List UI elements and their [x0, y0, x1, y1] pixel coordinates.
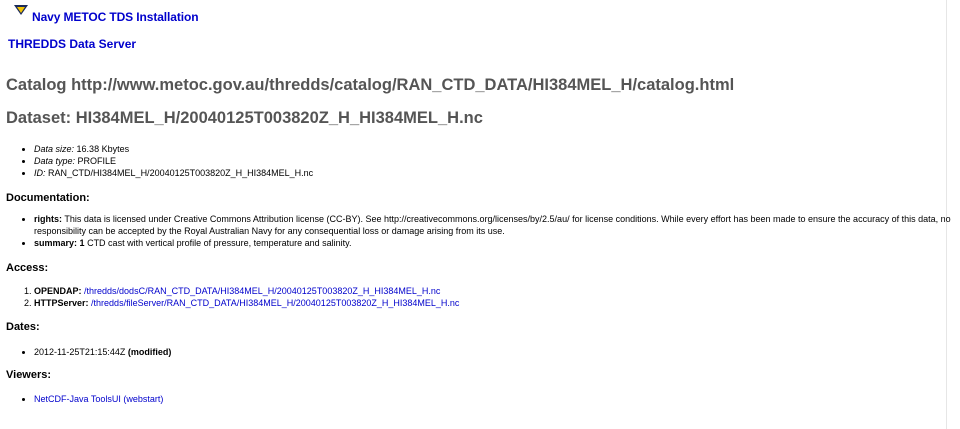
access-service: HTTPServer: [34, 298, 89, 308]
doc-value: This data is licensed under Creative Com… [34, 214, 951, 236]
documentation-heading: Documentation: [6, 192, 90, 204]
property-value: PROFILE [77, 156, 117, 166]
property-item: Data size: 16.38 Kbytes [34, 143, 313, 155]
doc-key: rights: [34, 214, 62, 224]
property-key: Data size: [34, 144, 75, 154]
documentation-item: summary: 1 CTD cast with vertical profil… [34, 237, 952, 249]
property-key: ID: [34, 168, 46, 178]
viewers-heading: Viewers: [6, 369, 52, 381]
access-heading: Access: [6, 262, 49, 274]
doc-value: CTD cast with vertical profile of pressu… [84, 238, 352, 248]
catalog-title: Catalog http://www.metoc.gov.au/thredds/… [6, 76, 735, 94]
opendap-link[interactable]: /thredds/dodsC/RAN_CTD_DATA/HI384MEL_H/2… [84, 286, 440, 296]
dataset-properties: Data size: 16.38 Kbytes Data type: PROFI… [22, 143, 313, 179]
doc-key: summary: [34, 238, 78, 248]
date-value: 2012-11-25T21:15:44Z [34, 347, 126, 357]
host-link[interactable]: Navy METOC TDS Installation [32, 10, 199, 24]
dataset-title: Dataset: HI384MEL_H/20040125T003820Z_H_H… [6, 109, 483, 127]
triangle-logo-icon[interactable] [14, 5, 28, 17]
viewers-list: NetCDF-Java ToolsUI (webstart) [22, 393, 163, 405]
header: Navy METOC TDS Installation [14, 4, 414, 24]
dates-list: 2012-11-25T21:15:44Z (modified) [22, 346, 171, 358]
property-key: Data type: [34, 156, 76, 166]
access-item: OPENDAP: /thredds/dodsC/RAN_CTD_DATA/HI3… [34, 285, 459, 297]
date-item: 2012-11-25T21:15:44Z (modified) [34, 346, 171, 358]
documentation-list: rights: This data is licensed under Crea… [22, 213, 952, 249]
access-list: OPENDAP: /thredds/dodsC/RAN_CTD_DATA/HI3… [22, 285, 459, 309]
server-link[interactable]: THREDDS Data Server [8, 37, 136, 51]
page: Navy METOC TDS Installation THREDDS Data… [0, 0, 960, 429]
dates-heading: Dates: [6, 321, 40, 333]
viewer-item: NetCDF-Java ToolsUI (webstart) [34, 393, 163, 405]
netcdf-toolsui-link[interactable]: NetCDF-Java ToolsUI (webstart) [34, 394, 163, 404]
property-value: 16.38 Kbytes [76, 144, 130, 154]
date-type: (modified) [127, 347, 172, 357]
access-service: OPENDAP: [34, 286, 82, 296]
property-item: Data type: PROFILE [34, 155, 313, 167]
logo-row: Navy METOC TDS Installation [14, 4, 414, 24]
access-item: HTTPServer: /thredds/fileServer/RAN_CTD_… [34, 297, 459, 309]
property-value: RAN_CTD/HI384MEL_H/20040125T003820Z_H_HI… [48, 168, 314, 178]
property-item: ID: RAN_CTD/HI384MEL_H/20040125T003820Z_… [34, 167, 313, 179]
httpserver-link[interactable]: /thredds/fileServer/RAN_CTD_DATA/HI384ME… [91, 298, 459, 308]
documentation-item: rights: This data is licensed under Crea… [34, 213, 952, 237]
